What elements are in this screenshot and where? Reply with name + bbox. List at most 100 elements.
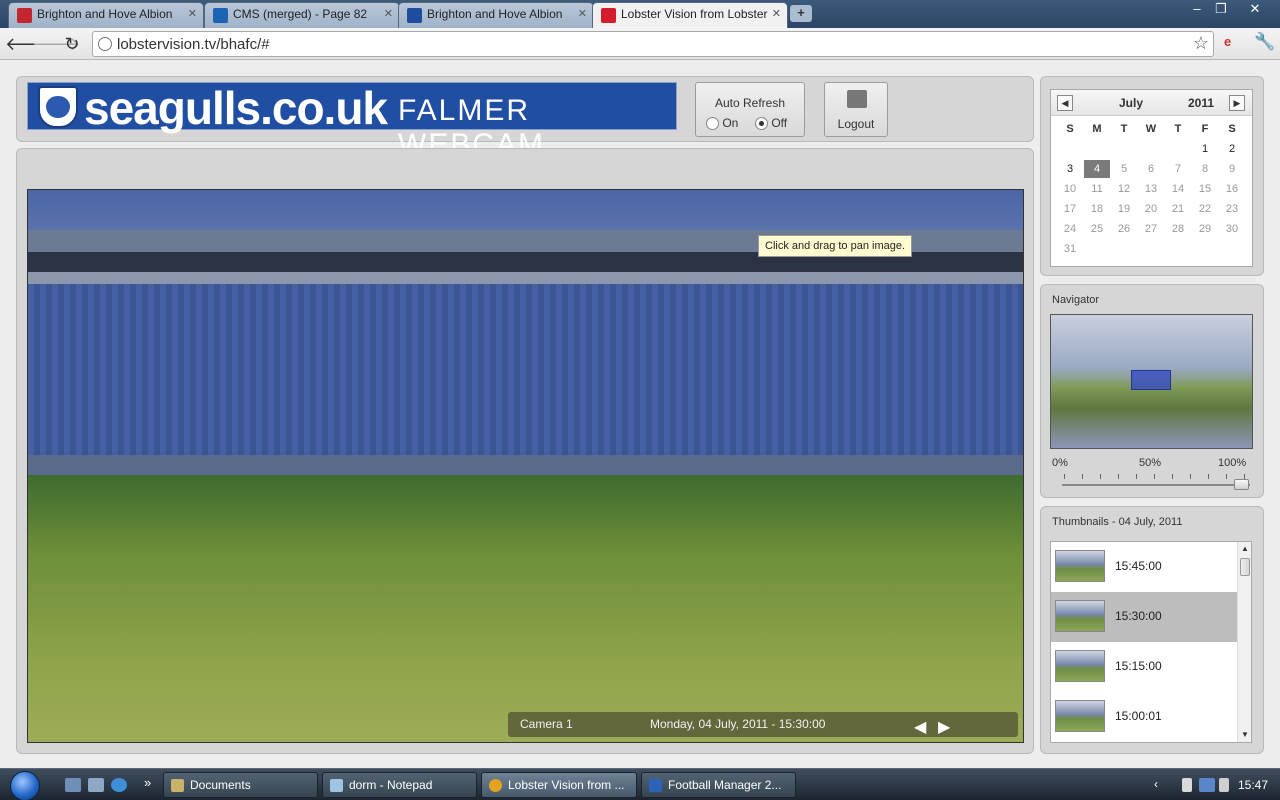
ebay-extension-icon[interactable]: e bbox=[1224, 34, 1231, 49]
calendar-day[interactable]: 8 bbox=[1192, 160, 1218, 178]
calendar-day[interactable]: 16 bbox=[1219, 180, 1245, 198]
chevron-right-icon[interactable]: » bbox=[144, 775, 151, 790]
calendar-day[interactable]: 2 bbox=[1219, 140, 1245, 158]
task-documents[interactable]: Documents bbox=[163, 772, 318, 798]
calendar-day[interactable]: 19 bbox=[1111, 200, 1137, 218]
task-chrome[interactable]: Lobster Vision from ... bbox=[481, 772, 637, 798]
tab-brighton-1[interactable]: Brighton and Hove Albion ✕ bbox=[8, 2, 204, 28]
calendar-day[interactable]: 3 bbox=[1057, 160, 1083, 178]
reload-icon[interactable]: ↻ bbox=[61, 33, 83, 55]
system-clock[interactable]: 15:47 bbox=[1238, 778, 1268, 792]
calendar-day[interactable]: 30 bbox=[1219, 220, 1245, 238]
calendar-day[interactable]: 29 bbox=[1192, 220, 1218, 238]
show-desktop-icon[interactable] bbox=[65, 778, 81, 792]
calendar-day[interactable]: 21 bbox=[1165, 200, 1191, 218]
task-football-manager[interactable]: Football Manager 2... bbox=[641, 772, 796, 798]
calendar-day[interactable]: 18 bbox=[1084, 200, 1110, 218]
close-icon[interactable]: ✕ bbox=[772, 7, 781, 20]
task-label: Football Manager 2... bbox=[668, 778, 782, 792]
internet-explorer-icon[interactable] bbox=[111, 778, 127, 792]
calendar-day[interactable]: 9 bbox=[1219, 160, 1245, 178]
window-close-icon[interactable]: ✕ bbox=[1240, 0, 1270, 20]
thumbnail-image bbox=[1055, 700, 1105, 732]
auto-refresh-on[interactable]: On bbox=[706, 116, 738, 131]
calendar-day[interactable]: 25 bbox=[1084, 220, 1110, 238]
close-icon[interactable]: ✕ bbox=[188, 7, 197, 20]
calendar-day[interactable]: 26 bbox=[1111, 220, 1137, 238]
navigator-image[interactable] bbox=[1050, 314, 1253, 449]
logout-button[interactable]: Logout bbox=[824, 82, 888, 137]
next-month-icon[interactable]: ▶ bbox=[1229, 95, 1245, 111]
calendar-day[interactable]: 11 bbox=[1084, 180, 1110, 198]
chrome-icon bbox=[489, 779, 502, 792]
tab-cms[interactable]: CMS (merged) - Page 82 ✕ bbox=[204, 2, 400, 28]
volume-icon[interactable] bbox=[1219, 778, 1229, 792]
next-image-icon[interactable]: ▶ bbox=[938, 717, 950, 737]
calendar-day[interactable]: 23 bbox=[1219, 200, 1245, 218]
webcam-image[interactable]: Click and drag to pan image. Camera 1 Mo… bbox=[27, 189, 1024, 743]
calendar-day[interactable]: 17 bbox=[1057, 200, 1083, 218]
calendar-day-selected[interactable]: 4 bbox=[1084, 160, 1110, 178]
url-input[interactable] bbox=[117, 35, 1167, 53]
task-label: Lobster Vision from ... bbox=[508, 778, 625, 792]
calendar-day[interactable]: 24 bbox=[1057, 220, 1083, 238]
new-tab-button[interactable]: + bbox=[790, 5, 812, 22]
close-icon[interactable]: ✕ bbox=[578, 7, 587, 20]
auto-refresh-off[interactable]: Off bbox=[755, 116, 787, 131]
scroll-up-icon[interactable]: ▲ bbox=[1241, 544, 1249, 553]
calendar-day[interactable]: 22 bbox=[1192, 200, 1218, 218]
calendar-day[interactable]: 28 bbox=[1165, 220, 1191, 238]
scrollbar-thumb[interactable] bbox=[1240, 558, 1250, 576]
tab-lobster-vision[interactable]: Lobster Vision from Lobster ✕ bbox=[592, 2, 788, 28]
calendar-day[interactable]: 12 bbox=[1111, 180, 1137, 198]
bookmark-star-icon[interactable]: ☆ bbox=[1193, 33, 1209, 54]
thumbnail-scrollbar[interactable]: ▲ ▼ bbox=[1237, 542, 1251, 742]
cms-favicon-icon bbox=[213, 8, 228, 23]
calendar-day[interactable]: 10 bbox=[1057, 180, 1083, 198]
scroll-down-icon[interactable]: ▼ bbox=[1241, 730, 1249, 739]
close-icon[interactable]: ✕ bbox=[384, 7, 393, 20]
tab-brighton-2[interactable]: Brighton and Hove Albion ✕ bbox=[398, 2, 594, 28]
thumbnail-item[interactable]: 15:45:00 bbox=[1051, 542, 1237, 592]
zoom-slider-track[interactable] bbox=[1062, 484, 1250, 486]
tab-title: Brighton and Hove Albion bbox=[37, 7, 173, 21]
network-icon[interactable] bbox=[1199, 778, 1215, 792]
calendar-day[interactable]: 5 bbox=[1111, 160, 1137, 178]
prev-image-icon[interactable]: ◀ bbox=[914, 717, 926, 737]
switch-windows-icon[interactable] bbox=[88, 778, 104, 792]
restore-icon[interactable]: ❐ bbox=[1206, 0, 1236, 20]
back-arrow-icon[interactable]: 🡐 bbox=[5, 33, 53, 55]
wrench-icon[interactable]: 🔧 bbox=[1254, 32, 1275, 52]
zoom-tick bbox=[1154, 474, 1155, 479]
radio-off[interactable] bbox=[755, 117, 768, 131]
address-bar[interactable]: ☆ bbox=[92, 31, 1214, 57]
task-notepad[interactable]: dorm - Notepad bbox=[322, 772, 477, 798]
thumbnail-item[interactable]: 15:00:01 bbox=[1051, 692, 1237, 742]
calendar-day[interactable]: 14 bbox=[1165, 180, 1191, 198]
thumbnail-item[interactable]: 15:15:00 bbox=[1051, 642, 1237, 692]
start-button[interactable] bbox=[10, 771, 40, 800]
tray-expand-icon[interactable]: ‹ bbox=[1154, 777, 1158, 791]
viewport-rectangle[interactable] bbox=[1131, 370, 1171, 390]
tray-device-icon[interactable] bbox=[1182, 778, 1192, 792]
calendar-header: ◀ July 2011 ▶ bbox=[1051, 90, 1252, 116]
calendar-day[interactable]: 31 bbox=[1057, 240, 1083, 258]
calendar-day[interactable]: 27 bbox=[1138, 220, 1164, 238]
calendar-year: 2011 bbox=[1188, 96, 1215, 110]
calendar-day[interactable]: 20 bbox=[1138, 200, 1164, 218]
prev-month-icon[interactable]: ◀ bbox=[1057, 95, 1073, 111]
calendar-day[interactable]: 15 bbox=[1192, 180, 1218, 198]
lobster-favicon-icon bbox=[601, 8, 616, 23]
calendar-day[interactable]: 6 bbox=[1138, 160, 1164, 178]
zoom-tick bbox=[1136, 474, 1137, 479]
thumbnail-image bbox=[1055, 600, 1105, 632]
weekday-header: F bbox=[1201, 123, 1209, 135]
calendar-day[interactable]: 13 bbox=[1138, 180, 1164, 198]
calendar-day[interactable]: 7 bbox=[1165, 160, 1191, 178]
zoom-slider-handle[interactable] bbox=[1234, 479, 1249, 490]
browser-toolbar: 🡐 🡒 ↻ ☆ e 🔧 bbox=[0, 28, 1280, 60]
forward-arrow-icon[interactable]: 🡒 bbox=[32, 33, 80, 55]
radio-on[interactable] bbox=[706, 117, 719, 131]
thumbnail-item-selected[interactable]: 15:30:00 bbox=[1051, 592, 1237, 642]
calendar-day[interactable]: 1 bbox=[1192, 140, 1218, 158]
